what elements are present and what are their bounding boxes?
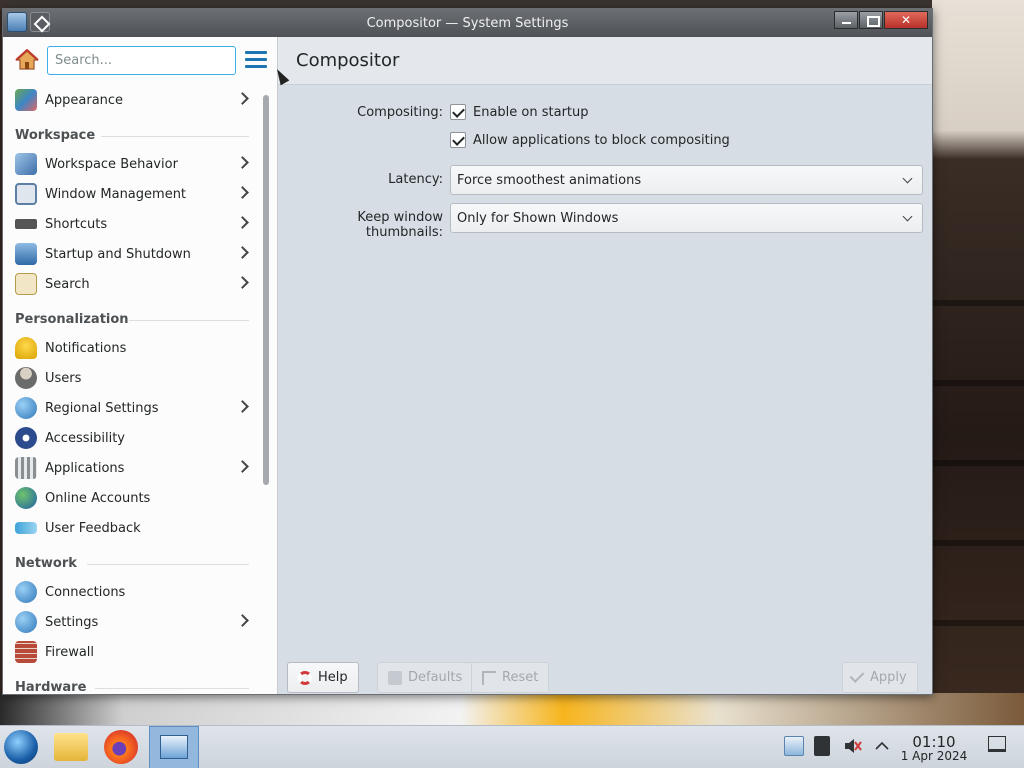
thumbnails-select[interactable]: Only for Shown Windows bbox=[450, 203, 923, 233]
settings-sidebar: Search... Appearance Workspace Workspace… bbox=[3, 37, 278, 694]
chevron-right-icon bbox=[236, 246, 249, 259]
desktop-wallpaper-right bbox=[932, 0, 1024, 725]
search-settings-icon bbox=[15, 273, 37, 295]
appearance-icon bbox=[15, 89, 37, 111]
accessibility-icon bbox=[15, 427, 37, 449]
sidebar-item-notifications[interactable]: Notifications bbox=[3, 333, 259, 363]
chevron-right-icon bbox=[236, 156, 249, 169]
enable-on-startup-row[interactable]: Enable on startup bbox=[450, 104, 589, 120]
chevron-right-icon bbox=[236, 276, 249, 289]
battery-icon[interactable] bbox=[814, 736, 830, 756]
chevron-down-icon bbox=[902, 211, 913, 222]
compositor-page: Compositor Compositing: Enable on startu… bbox=[278, 37, 932, 694]
button-bar: Help Defaults Reset Apply bbox=[278, 650, 932, 694]
show-desktop-icon[interactable] bbox=[988, 736, 1006, 752]
chevron-right-icon bbox=[236, 186, 249, 199]
category-personalization: Personalization bbox=[3, 299, 259, 333]
online-accounts-icon bbox=[15, 487, 37, 509]
sidebar-item-firewall[interactable]: Firewall bbox=[3, 637, 259, 667]
users-icon bbox=[15, 367, 37, 389]
enable-on-startup-label: Enable on startup bbox=[473, 104, 589, 120]
system-settings-window: Compositor — System Settings Search... A… bbox=[2, 8, 933, 695]
workspace-behavior-icon bbox=[15, 153, 37, 175]
help-button[interactable]: Help bbox=[287, 662, 359, 693]
chevron-right-icon bbox=[236, 614, 249, 627]
apply-button[interactable]: Apply bbox=[842, 662, 918, 693]
sidebar-item-user-feedback[interactable]: User Feedback bbox=[3, 513, 259, 543]
globe-icon bbox=[15, 397, 37, 419]
file-manager-icon[interactable] bbox=[54, 733, 88, 761]
reset-button[interactable]: Reset bbox=[471, 662, 550, 693]
reset-icon bbox=[482, 670, 496, 685]
thumbnails-label: Keep window thumbnails: bbox=[357, 210, 443, 240]
compositing-label: Compositing: bbox=[357, 105, 443, 120]
chevron-right-icon bbox=[236, 460, 249, 473]
category-hardware: Hardware bbox=[3, 667, 259, 694]
clipboard-icon[interactable] bbox=[784, 736, 804, 756]
bell-icon bbox=[15, 337, 37, 359]
window-titlebar[interactable]: Compositor — System Settings bbox=[3, 9, 932, 37]
category-workspace: Workspace bbox=[3, 115, 259, 149]
taskbar-system-settings[interactable] bbox=[149, 726, 199, 768]
applications-icon bbox=[15, 457, 37, 479]
allow-block-compositing-checkbox[interactable] bbox=[450, 132, 466, 148]
startup-shutdown-icon bbox=[15, 243, 37, 265]
page-title: Compositor bbox=[296, 50, 400, 71]
sidebar-item-regional-settings[interactable]: Regional Settings bbox=[3, 393, 259, 423]
sidebar-item-users[interactable]: Users bbox=[3, 363, 259, 393]
chevron-down-icon bbox=[902, 173, 913, 184]
user-feedback-icon bbox=[15, 522, 37, 534]
defaults-button[interactable]: Defaults bbox=[377, 662, 474, 693]
sidebar-item-applications[interactable]: Applications bbox=[3, 453, 259, 483]
defaults-icon bbox=[388, 670, 402, 685]
sidebar-item-accessibility[interactable]: Accessibility bbox=[3, 423, 259, 453]
window-title: Compositor — System Settings bbox=[366, 16, 569, 31]
sidebar-item-workspace-behavior[interactable]: Workspace Behavior bbox=[3, 149, 259, 179]
firewall-icon bbox=[15, 641, 37, 663]
chevron-right-icon bbox=[236, 216, 249, 229]
system-settings-icon bbox=[160, 735, 188, 759]
help-icon bbox=[298, 670, 312, 685]
close-button[interactable] bbox=[884, 11, 928, 29]
desktop-wallpaper-bottom bbox=[0, 693, 1024, 725]
chevron-right-icon bbox=[236, 400, 249, 413]
network-settings-icon bbox=[15, 611, 37, 633]
home-icon[interactable] bbox=[15, 49, 39, 71]
keyboard-icon bbox=[15, 219, 37, 229]
sidebar-item-connections[interactable]: Connections bbox=[3, 577, 259, 607]
category-network: Network bbox=[3, 543, 259, 577]
sidebar-item-window-management[interactable]: Window Management bbox=[3, 179, 259, 209]
firefox-icon[interactable] bbox=[104, 730, 138, 764]
sidebar-item-search[interactable]: Search bbox=[3, 269, 259, 299]
taskbar: 01:10 1 Apr 2024 bbox=[0, 725, 1024, 768]
sidebar-item-online-accounts[interactable]: Online Accounts bbox=[3, 483, 259, 513]
latency-select[interactable]: Force smoothest animations bbox=[450, 165, 923, 195]
allow-block-row[interactable]: Allow applications to block compositing bbox=[450, 132, 730, 148]
chevron-right-icon bbox=[236, 92, 249, 105]
minimize-button[interactable] bbox=[834, 11, 858, 29]
window-management-icon bbox=[15, 183, 37, 205]
connections-icon bbox=[15, 581, 37, 603]
chevron-up-icon[interactable] bbox=[872, 736, 892, 756]
search-input[interactable]: Search... bbox=[47, 46, 236, 75]
maximize-button[interactable] bbox=[859, 11, 883, 29]
hamburger-menu-icon[interactable] bbox=[245, 51, 267, 69]
start-menu-icon[interactable] bbox=[4, 730, 38, 764]
scrollbar-thumb[interactable] bbox=[263, 95, 269, 485]
volume-muted-icon[interactable] bbox=[842, 736, 862, 756]
sidebar-scrollbar[interactable] bbox=[262, 89, 270, 689]
allow-block-compositing-label: Allow applications to block compositing bbox=[473, 132, 730, 148]
page-header: Compositor bbox=[278, 37, 932, 85]
clock-date[interactable]: 1 Apr 2024 bbox=[896, 749, 972, 763]
enable-on-startup-checkbox[interactable] bbox=[450, 104, 466, 120]
latency-label: Latency: bbox=[388, 172, 443, 187]
sidebar-item-network-settings[interactable]: Settings bbox=[3, 607, 259, 637]
sidebar-list: Appearance Workspace Workspace Behavior … bbox=[3, 85, 259, 694]
sidebar-item-startup-shutdown[interactable]: Startup and Shutdown bbox=[3, 239, 259, 269]
check-icon bbox=[849, 668, 865, 683]
sidebar-item-shortcuts[interactable]: Shortcuts bbox=[3, 209, 259, 239]
sidebar-item-appearance[interactable]: Appearance bbox=[3, 85, 259, 115]
